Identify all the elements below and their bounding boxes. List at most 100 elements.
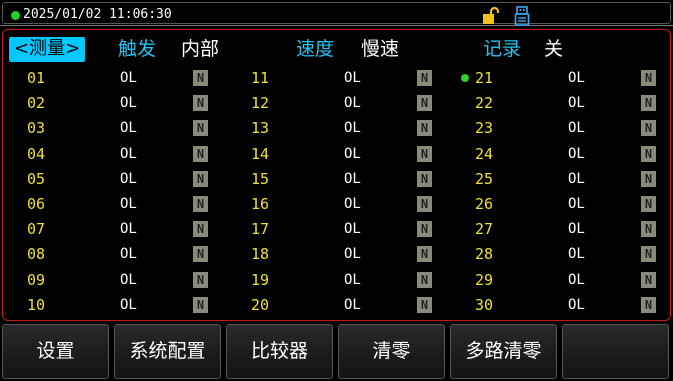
channel-number: 23 xyxy=(475,119,494,138)
channel-status-badge: N xyxy=(193,120,208,137)
channel-number: 29 xyxy=(475,270,494,289)
active-channel-indicator-icon xyxy=(461,74,469,82)
channel-value: OL xyxy=(120,70,137,86)
channel-number: 16 xyxy=(251,195,270,213)
channel-number: 21 xyxy=(475,69,494,87)
channel-number: 13 xyxy=(251,119,270,138)
record-label: 记录 xyxy=(483,38,522,60)
channel-value: OL xyxy=(344,70,361,86)
channel-number: 12 xyxy=(251,94,270,113)
channel-status-badge: N xyxy=(641,120,656,137)
channel-value: OL xyxy=(568,296,585,313)
softkey-empty[interactable] xyxy=(562,324,669,379)
tab-measure[interactable]: <测量> xyxy=(9,37,86,62)
channel-number: 22 xyxy=(475,94,494,113)
channel-status-badge: N xyxy=(417,221,432,238)
speed-label: 速度 xyxy=(296,38,335,60)
channel-number: 17 xyxy=(251,220,270,239)
channel-value: OL xyxy=(344,221,361,238)
channel-status-badge: N xyxy=(193,95,208,112)
channel-number: 25 xyxy=(475,169,494,188)
channel-value: OL xyxy=(344,271,361,288)
channel-value: OL xyxy=(120,120,137,137)
channel-value: OL xyxy=(344,196,361,212)
datetime: 2025/01/02 11:06:30 xyxy=(23,7,172,22)
channel-number: 04 xyxy=(27,144,46,163)
speed-value[interactable]: 慢速 xyxy=(361,37,399,61)
channel-status-badge: N xyxy=(193,296,208,313)
channel-value: OL xyxy=(568,271,585,288)
channel-value: OL xyxy=(120,246,137,263)
channel-status-badge: N xyxy=(417,246,432,263)
status-led-icon xyxy=(11,11,20,20)
channel-number: 03 xyxy=(27,119,46,138)
channel-value: OL xyxy=(568,246,585,263)
softkey-settings[interactable]: 设置 xyxy=(2,324,109,379)
channel-status-badge: N xyxy=(641,170,656,187)
channel-status-badge: N xyxy=(641,246,656,263)
channel-value: OL xyxy=(344,296,361,313)
channel-number: 28 xyxy=(475,245,494,264)
status-bar-frame: 2025/01/02 11:06:30 xyxy=(2,2,671,26)
channel-value: OL xyxy=(568,170,585,187)
channel-value: OL xyxy=(344,95,361,112)
channel-status-badge: N xyxy=(641,145,656,162)
channel-number: 15 xyxy=(251,169,270,188)
channel-number: 07 xyxy=(27,220,46,239)
lock-icon xyxy=(483,7,500,24)
channel-number: 18 xyxy=(251,245,270,264)
measurement-panel: <测量> 触发 内部 速度 慢速 记录 关 01 OL N 02 OL N 03 OL N 04 O… xyxy=(2,29,671,321)
channel-number: 01 xyxy=(27,69,46,87)
channel-status-badge: N xyxy=(641,70,656,86)
softkey-multi-zero[interactable]: 多路清零 xyxy=(450,324,557,379)
channel-status-badge: N xyxy=(417,271,432,288)
channel-value: OL xyxy=(568,95,585,112)
channel-value: OL xyxy=(120,271,137,288)
channel-status-badge: N xyxy=(641,95,656,112)
channel-value: OL xyxy=(344,170,361,187)
softkey-zero[interactable]: 清零 xyxy=(338,324,445,379)
channel-value: OL xyxy=(344,145,361,162)
channel-value: OL xyxy=(568,145,585,162)
channel-status-badge: N xyxy=(641,271,656,288)
channel-status-badge: N xyxy=(417,70,432,86)
channel-value: OL xyxy=(568,221,585,238)
channel-value: OL xyxy=(120,145,137,162)
channel-number: 06 xyxy=(27,195,46,213)
channel-number: 30 xyxy=(475,295,494,314)
channel-status-badge: N xyxy=(417,296,432,313)
channel-number: 09 xyxy=(27,270,46,289)
channel-status-badge: N xyxy=(193,196,208,212)
channel-status-badge: N xyxy=(641,221,656,238)
channel-number: 20 xyxy=(251,295,270,314)
record-value[interactable]: 关 xyxy=(544,37,563,61)
channel-value: OL xyxy=(120,221,137,238)
channel-status-badge: N xyxy=(193,145,208,162)
channel-value: OL xyxy=(120,95,137,112)
channel-status-badge: N xyxy=(641,196,656,212)
channel-status-badge: N xyxy=(417,196,432,212)
channel-value: OL xyxy=(568,196,585,212)
trigger-value[interactable]: 内部 xyxy=(181,37,219,61)
softkey-system-config[interactable]: 系统配置 xyxy=(114,324,221,379)
softkey-comparator[interactable]: 比较器 xyxy=(226,324,333,379)
channel-number: 26 xyxy=(475,195,494,213)
channel-number: 11 xyxy=(251,69,270,87)
channel-value: OL xyxy=(120,196,137,212)
channel-value: OL xyxy=(568,120,585,137)
channel-number: 24 xyxy=(475,144,494,163)
channel-value: OL xyxy=(120,296,137,313)
channel-status-badge: N xyxy=(417,145,432,162)
channel-number: 02 xyxy=(27,94,46,113)
channel-status-badge: N xyxy=(417,170,432,187)
trigger-label: 触发 xyxy=(118,38,157,60)
channel-number: 05 xyxy=(27,169,46,188)
usb-icon xyxy=(514,6,530,26)
channel-value: OL xyxy=(344,246,361,263)
channel-value: OL xyxy=(568,70,585,86)
channel-number: 10 xyxy=(27,295,46,314)
channel-status-badge: N xyxy=(417,120,432,137)
channel-status-badge: N xyxy=(193,271,208,288)
channel-value: OL xyxy=(120,170,137,187)
channel-status-badge: N xyxy=(193,170,208,187)
